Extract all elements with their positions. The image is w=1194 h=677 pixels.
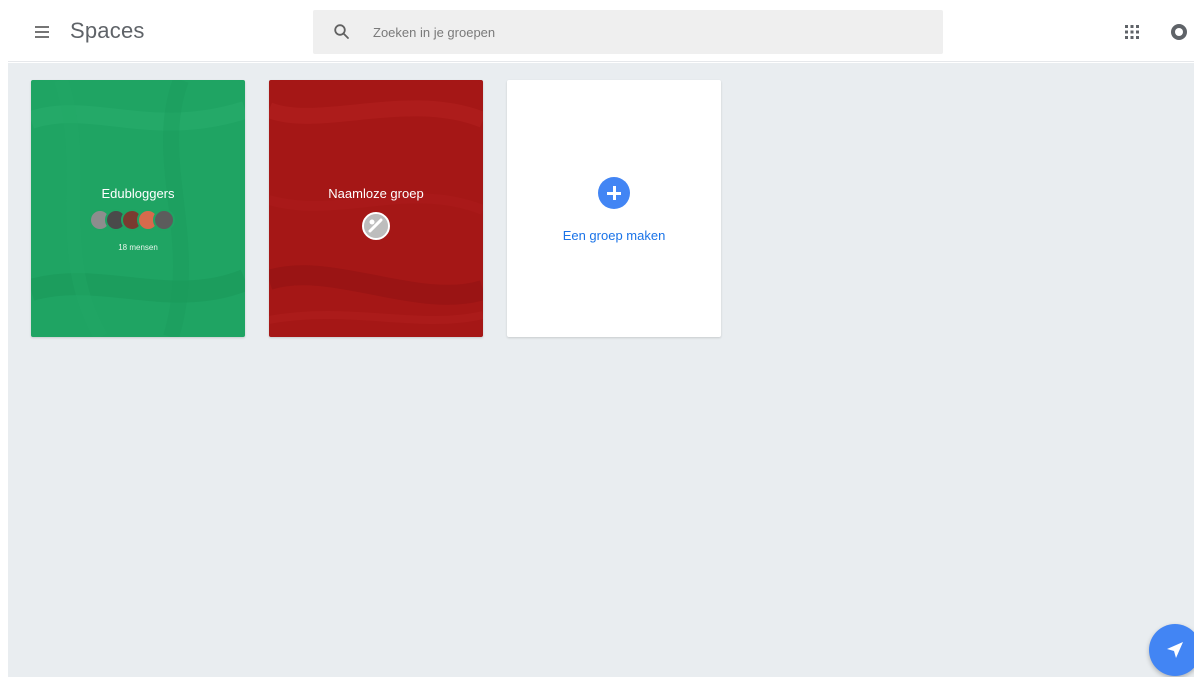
group-name: Edubloggers bbox=[101, 186, 175, 201]
search-icon bbox=[334, 24, 349, 39]
top-bar: Spaces bbox=[8, 0, 1194, 62]
add-circle-icon bbox=[598, 177, 630, 209]
group-card-edubloggers[interactable]: Edubloggers 18 mensen bbox=[31, 80, 245, 337]
user-glyph-icon bbox=[364, 214, 388, 238]
create-group-card[interactable]: Een groep maken bbox=[507, 80, 721, 337]
send-icon bbox=[1167, 642, 1183, 658]
group-card-naamloze-groep[interactable]: Naamloze groep bbox=[269, 80, 483, 337]
member-count: 18 mensen bbox=[118, 243, 158, 252]
groups-area: Edubloggers 18 mensen Naamloze groep Een… bbox=[8, 63, 1194, 677]
apps-grid-icon[interactable] bbox=[1124, 24, 1140, 40]
create-group-label: Een groep maken bbox=[562, 228, 666, 243]
app-title: Spaces bbox=[70, 18, 145, 43]
search-bar[interactable] bbox=[313, 10, 943, 54]
send-fab-button[interactable] bbox=[1149, 624, 1194, 676]
hamburger-menu-icon[interactable] bbox=[32, 22, 52, 42]
card-texture bbox=[269, 100, 483, 324]
search-input[interactable] bbox=[373, 10, 923, 54]
app-window: Spaces Edubloggers bbox=[8, 0, 1194, 677]
avatar bbox=[153, 209, 175, 231]
group-name: Naamloze groep bbox=[328, 186, 424, 201]
account-avatar-icon[interactable] bbox=[1171, 24, 1187, 40]
member-avatars bbox=[89, 209, 189, 233]
avatar bbox=[362, 212, 390, 240]
